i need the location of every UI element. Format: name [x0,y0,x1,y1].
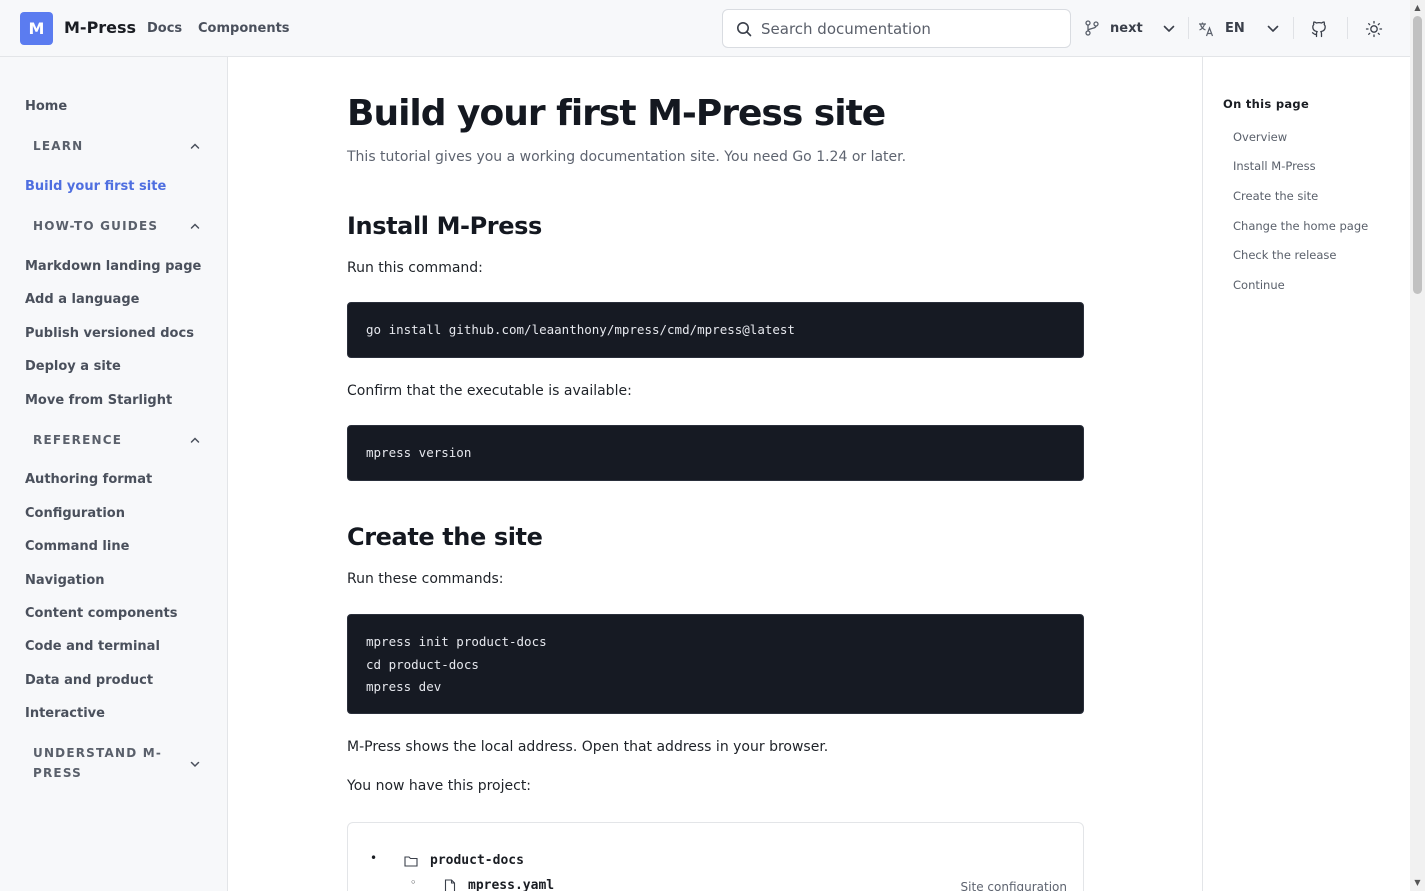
sidebar-group-label-line: UNDERSTAND M- [33,746,163,760]
logo-letter: M [28,19,45,38]
toc-item-check-the-release[interactable]: Check the release [1233,248,1337,262]
sidebar-group-reference[interactable]: REFERENCE [33,430,122,450]
toc-item-create-the-site[interactable]: Create the site [1233,189,1318,203]
code-line: mpress init product-docs [366,634,547,649]
sidebar-group-label-line: PRESS [33,766,82,780]
chevron-up-icon[interactable] [189,220,201,232]
page-lede: This tutorial gives you a working docume… [347,149,907,165]
sidebar-item-publish-versioned-docs[interactable]: Publish versioned docs [25,326,194,341]
page-scrollbar[interactable]: ▲ ▼ [1410,0,1425,891]
main-content: Build your first M-Press site This tutor… [228,57,1202,891]
search-box[interactable] [722,9,1071,48]
chevron-down-icon[interactable] [1266,22,1280,36]
header-divider [1293,17,1294,39]
sidebar-item-move-from-starlight[interactable]: Move from Starlight [25,393,172,408]
translate-icon [1197,20,1214,37]
toc-title: On this page [1223,97,1310,111]
folder-icon [404,855,418,867]
logo[interactable]: M [20,12,53,45]
sidebar-item-add-a-language[interactable]: Add a language [25,292,139,307]
chevron-down-icon[interactable] [189,758,201,770]
sidebar-item-command-line[interactable]: Command line [25,539,129,554]
version-select[interactable]: next [1110,21,1143,36]
section-heading-install: Install M-Press [347,212,542,240]
header-divider [1188,17,1189,39]
sidebar-item-authoring-format[interactable]: Authoring format [25,472,152,487]
paragraph: Run these commands: [347,571,504,587]
page-title: Build your first M-Press site [347,93,886,134]
sidebar-item-markdown-landing-page[interactable]: Markdown landing page [25,259,201,274]
toc-item-change-home-page[interactable]: Change the home page [1233,219,1368,233]
code-line: cd product-docs [366,656,479,672]
paragraph: You now have this project: [347,778,532,794]
paragraph: Confirm that the executable is available… [347,383,632,399]
sidebar-item-configuration[interactable]: Configuration [25,506,125,521]
nav-link-components[interactable]: Components [198,21,290,36]
section-heading-create-the-site: Create the site [347,523,543,551]
code-block[interactable]: mpress version [347,425,1084,481]
sun-icon[interactable] [1364,19,1383,38]
sidebar-item-content-components[interactable]: Content components [25,606,177,621]
paragraph: M-Press shows the local address. Open th… [347,739,829,755]
code-block[interactable]: mpress init product-docs cd product-docs… [347,614,1084,714]
tree-folder-row[interactable]: product-docs [404,853,524,868]
file-description: Site configuration [960,880,1067,891]
language-select[interactable]: EN [1225,21,1245,36]
file-icon [444,878,456,891]
file-tree: • product-docs ◦ mpress.yaml Site config… [347,822,1084,891]
toc-item-continue[interactable]: Continue [1233,278,1285,292]
sidebar-item-data-and-product[interactable]: Data and product [25,673,153,688]
github-icon[interactable] [1309,19,1328,38]
nav-link-docs[interactable]: Docs [147,21,182,36]
sidebar-group-understand-m-press[interactable]: UNDERSTAND M- PRESS [33,743,162,783]
code-line: mpress version [366,445,472,460]
code-block[interactable]: go install github.com/leaanthony/mpress/… [347,302,1084,358]
bullet-marker: ◦ [410,876,417,889]
sidebar-group-how-to-guides[interactable]: HOW-TO GUIDES [33,216,158,236]
sidebar-item-home[interactable]: Home [25,99,67,114]
sidebar-item-code-and-terminal[interactable]: Code and terminal [25,639,160,654]
branch-icon [1084,20,1100,36]
chevron-up-icon[interactable] [189,434,201,446]
scroll-down-arrow[interactable]: ▼ [1413,878,1422,887]
brand-name[interactable]: M-Press [64,18,136,37]
code-line: mpress dev [366,679,442,694]
chevron-down-icon[interactable] [1162,22,1176,36]
chevron-up-icon[interactable] [189,140,201,152]
scroll-thumb[interactable] [1413,16,1422,294]
bullet-marker: • [370,851,378,865]
scroll-up-arrow[interactable]: ▲ [1413,3,1422,12]
folder-name: product-docs [430,853,524,868]
top-header: M M-Press Docs Components next EN [0,0,1410,57]
sidebar-item-navigation[interactable]: Navigation [25,573,105,588]
search-icon [737,22,752,37]
table-of-contents: On this page Overview Install M-Press Cr… [1202,57,1410,891]
toc-item-install[interactable]: Install M-Press [1233,159,1316,173]
code-line: go install github.com/leaanthony/mpress/… [366,322,795,337]
header-divider [1347,17,1348,39]
sidebar: Home LEARN Build your first site HOW-TO … [0,57,228,891]
sidebar-item-build-your-first-site[interactable]: Build your first site [25,179,166,194]
paragraph: Run this command: [347,260,483,276]
sidebar-item-interactive[interactable]: Interactive [25,706,105,721]
sidebar-group-learn[interactable]: LEARN [33,136,83,156]
toc-item-overview[interactable]: Overview [1233,130,1287,144]
sidebar-item-deploy-a-site[interactable]: Deploy a site [25,359,121,374]
tree-file-row[interactable]: mpress.yaml [444,878,554,891]
search-input[interactable] [761,18,1051,40]
file-name: mpress.yaml [468,878,555,891]
